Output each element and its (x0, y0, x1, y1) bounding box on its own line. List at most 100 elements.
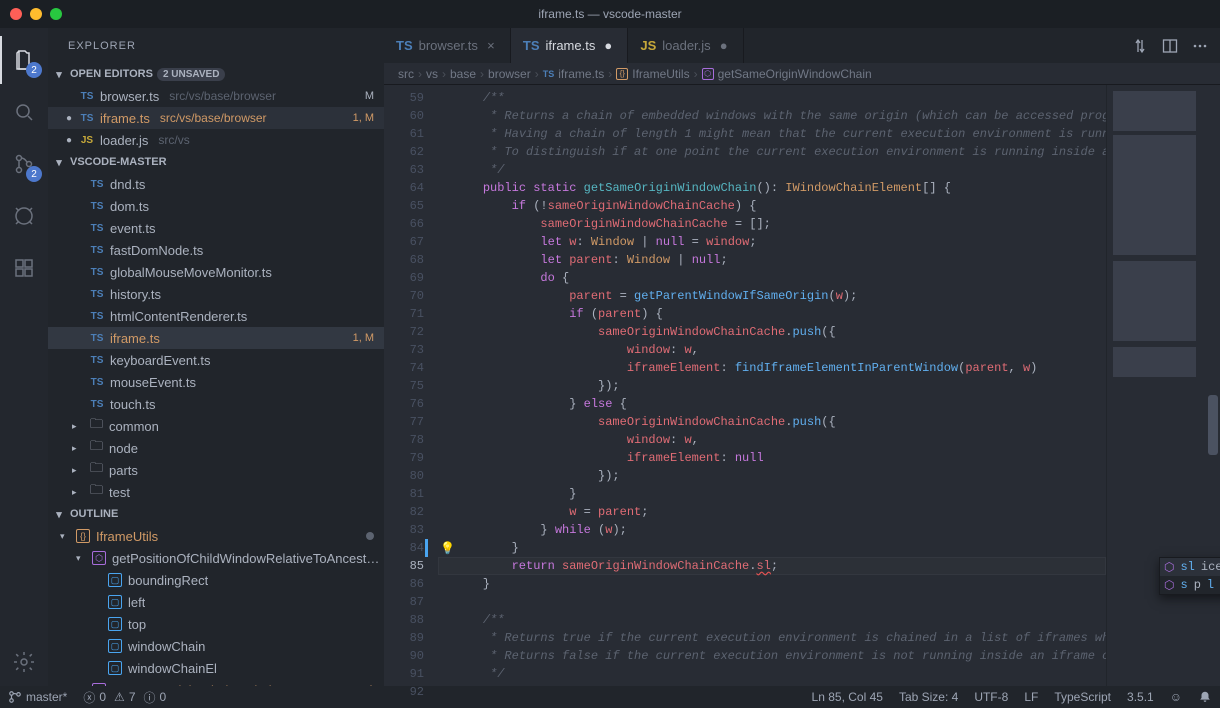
status-language[interactable]: TypeScript (1046, 686, 1119, 708)
activity-search[interactable] (0, 88, 48, 136)
file-name: mouseEvent.ts (110, 375, 196, 390)
outline-item[interactable]: ▾ ⬡ getPositionOfChildWindowRelativeToAn… (48, 547, 384, 569)
folder-item[interactable]: ▸ 🗀 node (48, 437, 384, 459)
activity-bar: 2 2 (0, 28, 48, 686)
dirty-indicator[interactable]: ● (601, 38, 615, 53)
file-item[interactable]: TS dom.ts (48, 195, 384, 217)
breadcrumb-item[interactable]: browser (488, 67, 531, 81)
activity-extensions[interactable] (0, 244, 48, 292)
file-item[interactable]: TS history.ts (48, 283, 384, 305)
activity-explorer[interactable]: 2 (0, 36, 48, 84)
file-item[interactable]: TS dnd.ts (48, 173, 384, 195)
editor-area: TS browser.ts ×TS iframe.ts ●JS loader.j… (384, 28, 1220, 686)
status-encoding[interactable]: UTF-8 (966, 686, 1016, 708)
file-item[interactable]: TS touch.ts (48, 393, 384, 415)
open-editors-header[interactable]: ▾ OPEN EDITORS 2 UNSAVED (48, 63, 384, 85)
modified-line-indicator (425, 539, 428, 557)
file-icon: TS (90, 289, 104, 300)
open-editor-item[interactable]: TS browser.ts src/vs/base/browser M (48, 85, 384, 107)
open-editor-item[interactable]: ● JS loader.js src/vs (48, 129, 384, 151)
code-content[interactable]: /** * Returns a chain of embedded window… (438, 85, 1106, 686)
file-icon: TS (90, 399, 104, 410)
activity-scm[interactable]: 2 (0, 140, 48, 188)
editor-tab[interactable]: TS browser.ts × (384, 28, 511, 63)
file-item[interactable]: TS mouseEvent.ts (48, 371, 384, 393)
symbol-name: boundingRect (128, 573, 208, 588)
symbol-name: windowChainEl (128, 661, 217, 676)
folder-name: parts (109, 463, 138, 478)
close-icon[interactable]: × (484, 38, 498, 53)
outline-item[interactable]: ▢ left (48, 591, 384, 613)
outline-item[interactable]: ▢ windowChain (48, 635, 384, 657)
file-name: htmlContentRenderer.ts (110, 309, 247, 324)
file-icon: TS (80, 91, 94, 102)
file-name: history.ts (110, 287, 161, 302)
status-branch[interactable]: master* (0, 686, 75, 708)
breadcrumb-item[interactable]: vs (426, 67, 438, 81)
outline-item[interactable]: ▾ ⬡ getSameOriginWindowChain1 (48, 679, 384, 686)
open-editor-item[interactable]: ● TS iframe.ts src/vs/base/browser 1, M (48, 107, 384, 129)
file-item[interactable]: TS fastDomNode.ts (48, 239, 384, 261)
outline-item[interactable]: ▢ windowChainEl (48, 657, 384, 679)
dirty-indicator[interactable]: ● (717, 38, 731, 53)
folder-item[interactable]: ▸ 🗀 parts (48, 459, 384, 481)
outline-header[interactable]: ▾ OUTLINE (48, 503, 384, 525)
editor-tab[interactable]: TS iframe.ts ● (511, 28, 628, 63)
breadcrumb-item[interactable]: TSiframe.ts (543, 67, 605, 81)
file-item[interactable]: TS event.ts (48, 217, 384, 239)
file-icon: TS (90, 311, 104, 322)
status-eol[interactable]: LF (1016, 686, 1046, 708)
status-cursor[interactable]: Ln 85, Col 45 (804, 686, 891, 708)
file-icon: TS (90, 179, 104, 190)
file-item[interactable]: TS htmlContentRenderer.ts (48, 305, 384, 327)
symbol-name: top (128, 617, 146, 632)
editor[interactable]: 5960616263646566676869707172737475767778… (384, 85, 1220, 686)
outline-item[interactable]: ▾ {} IframeUtils (48, 525, 384, 547)
suggestion-item[interactable]: ⬡ splice (1160, 576, 1220, 594)
status-bar: master* ⓧ0 ⚠7 ⓘ0 Ln 85, Col 45 Tab Size:… (0, 686, 1220, 708)
status-bell-icon[interactable] (1190, 686, 1220, 708)
outline-item[interactable]: ▢ top (48, 613, 384, 635)
breadcrumb-item[interactable]: src (398, 67, 414, 81)
intellisense-widget[interactable]: ⬡ slice (method) Array.slice(st… ⓘ⬡ spli… (1159, 557, 1220, 595)
chevron-icon: ▾ (60, 531, 70, 542)
status-feedback-icon[interactable]: ☺ (1162, 686, 1190, 708)
lightbulb-icon[interactable]: 💡 (440, 541, 455, 555)
file-item[interactable]: TS globalMouseMoveMonitor.ts (48, 261, 384, 283)
editor-scrollbar[interactable] (1206, 85, 1220, 686)
folder-item[interactable]: ▸ 🗀 common (48, 415, 384, 437)
breadcrumb-item[interactable]: base (450, 67, 476, 81)
breadcrumb-item[interactable]: ⬡getSameOriginWindowChain (702, 67, 872, 81)
status-problems[interactable]: ⓧ0 ⚠7 ⓘ0 (75, 686, 174, 708)
folder-item[interactable]: ▸ 🗀 test (48, 481, 384, 503)
file-name: iframe.ts (100, 111, 150, 126)
editor-tab[interactable]: JS loader.js ● (628, 28, 743, 63)
breadcrumbs[interactable]: src›vs›base›browser›TSiframe.ts›{}Iframe… (384, 63, 1220, 85)
compare-changes-icon[interactable] (1132, 38, 1148, 54)
workspace-header[interactable]: ▾ VSCODE-MASTER (48, 151, 384, 173)
chevron-down-icon: ▾ (52, 508, 66, 521)
split-editor-icon[interactable] (1162, 38, 1178, 54)
status-indent[interactable]: Tab Size: 4 (891, 686, 966, 708)
file-name: iframe.ts (110, 331, 160, 346)
breadcrumb-item[interactable]: {}IframeUtils (616, 67, 689, 81)
activity-settings[interactable] (0, 638, 48, 686)
suggestion-item[interactable]: ⬡ slice (method) Array.slice(st… ⓘ (1160, 558, 1220, 576)
symbol-method-icon: ⬡ (1164, 560, 1174, 575)
file-item[interactable]: TS iframe.ts 1, M (48, 327, 384, 349)
status-ts-version[interactable]: 3.5.1 (1119, 686, 1162, 708)
symbol-name: left (128, 595, 145, 610)
symbol-name: getPositionOfChildWindowRelativeToAncest… (112, 551, 379, 566)
more-actions-icon[interactable] (1192, 38, 1208, 54)
git-status: 1, M (353, 332, 384, 344)
file-name: fastDomNode.ts (110, 243, 203, 258)
file-item[interactable]: TS keyboardEvent.ts (48, 349, 384, 371)
symbol-fld-icon: ▢ (108, 617, 122, 631)
activity-debug[interactable] (0, 192, 48, 240)
folder-icon: 🗀 (90, 437, 103, 459)
chevron-right-icon: ▸ (72, 421, 84, 432)
minimap[interactable] (1106, 85, 1206, 686)
line-number-gutter: 5960616263646566676869707172737475767778… (384, 85, 438, 686)
outline-item[interactable]: ▢ boundingRect (48, 569, 384, 591)
file-name: browser.ts (100, 89, 159, 104)
